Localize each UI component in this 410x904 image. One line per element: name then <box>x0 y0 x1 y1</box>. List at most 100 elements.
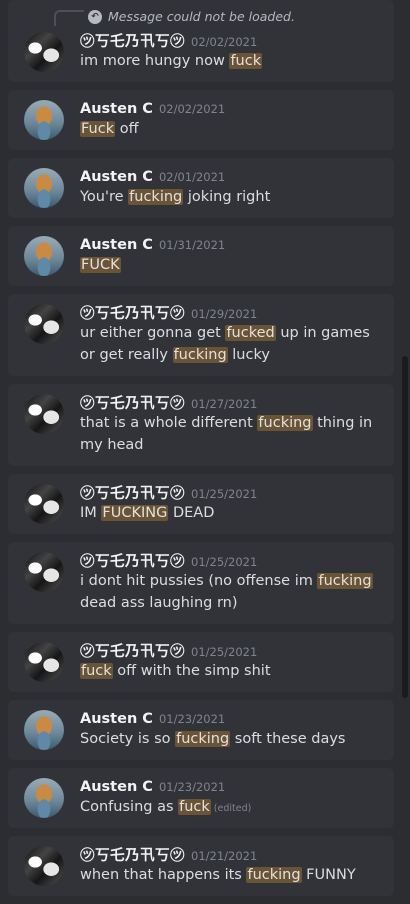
reply-arrow-icon: ↶ <box>88 10 102 24</box>
message-timestamp: 02/01/2021 <box>158 170 226 184</box>
search-highlight: fuck <box>80 663 113 679</box>
dog-avatar[interactable] <box>24 100 64 140</box>
message-header: Austen C 01/23/2021 <box>80 776 225 796</box>
message-timestamp: 01/25/2021 <box>191 555 258 569</box>
message-timestamp: 02/02/2021 <box>158 102 226 116</box>
message-text: You're <box>80 189 129 205</box>
dark-bw-avatar[interactable] <box>24 304 64 344</box>
message-text: FUNNY <box>301 867 356 883</box>
search-results-list: ↶ Message could not be loaded. ㋡丂乇乃卂丂㋡ 02/0… <box>0 0 410 904</box>
search-highlight: FUCKING <box>101 505 169 521</box>
search-highlight: fucking <box>172 347 228 363</box>
search-highlight: fuck <box>229 53 263 69</box>
search-result-message[interactable]: ↶ Message could not be loaded. ㋡丂乇乃卂丂㋡ 02/0… <box>8 0 394 82</box>
message-header: ㋡丂乇乃卂丂㋡ 01/29/2021 <box>80 302 257 322</box>
edited-label: (edited) <box>213 803 252 814</box>
message-timestamp: 02/02/2021 <box>191 35 258 49</box>
message-text: i dont hit pussies (no offense im <box>80 573 318 589</box>
message-timestamp: 01/27/2021 <box>191 397 258 411</box>
message-timestamp: 01/25/2021 <box>191 645 258 659</box>
message-timestamp: 01/25/2021 <box>191 487 258 501</box>
author-name[interactable]: ㋡丂乇乃卂丂㋡ <box>80 554 185 570</box>
author-name[interactable]: Austen C <box>80 169 153 185</box>
message-header: ㋡丂乇乃卂丂㋡ 02/02/2021 <box>80 30 257 50</box>
message-text: soft these days <box>230 731 346 747</box>
message-text: off with the simp shit <box>112 663 271 679</box>
message-timestamp: 01/21/2021 <box>191 849 258 863</box>
dark-bw-avatar[interactable] <box>24 394 64 434</box>
author-name[interactable]: ㋡丂乇乃卂丂㋡ <box>80 486 185 502</box>
author-name[interactable]: Austen C <box>80 711 153 727</box>
message-text: Confusing as <box>80 799 179 815</box>
search-highlight: Fuck <box>80 121 116 137</box>
dark-bw-avatar[interactable] <box>24 642 64 682</box>
dark-bw-avatar[interactable] <box>24 846 64 886</box>
message-header: ㋡丂乇乃卂丂㋡ 01/21/2021 <box>80 844 257 864</box>
search-highlight: fucked <box>225 325 276 341</box>
message-text: dead ass laughing rn) <box>80 595 238 611</box>
search-highlight: fucking <box>175 731 231 747</box>
dark-bw-avatar[interactable] <box>24 484 64 524</box>
dark-bw-avatar[interactable] <box>24 32 64 72</box>
message-content: FUCK <box>80 254 380 276</box>
search-result-message[interactable]: ㋡丂乇乃卂丂㋡ 01/25/2021 i dont hit pussies (no … <box>8 542 394 624</box>
author-name[interactable]: ㋡丂乇乃卂丂㋡ <box>80 644 185 660</box>
dark-bw-avatar[interactable] <box>24 552 64 592</box>
message-content: You're fucking joking right <box>80 186 380 208</box>
search-highlight: fucking <box>246 867 302 883</box>
dog-avatar[interactable] <box>24 778 64 818</box>
message-content: IM FUCKING DEAD <box>80 502 380 524</box>
message-timestamp: 01/31/2021 <box>158 238 226 252</box>
message-content: Fuck off <box>80 118 380 140</box>
reply-connector <box>54 10 84 26</box>
message-header: ㋡丂乇乃卂丂㋡ 01/25/2021 <box>80 482 257 502</box>
search-result-message[interactable]: Austen C 01/23/2021 Society is so fucking … <box>8 700 394 760</box>
message-text: DEAD <box>168 505 215 521</box>
message-content: im more hungy now fuck <box>80 50 380 72</box>
message-text: ur either gonna get <box>80 325 226 341</box>
message-content: Confusing as fuck (edited) <box>80 796 380 820</box>
author-name[interactable]: ㋡丂乇乃卂丂㋡ <box>80 306 185 322</box>
dog-avatar[interactable] <box>24 236 64 276</box>
search-result-message[interactable]: ㋡丂乇乃卂丂㋡ 01/25/2021 fuck off with the simp … <box>8 632 394 692</box>
message-header: ㋡丂乇乃卂丂㋡ 01/25/2021 <box>80 640 257 660</box>
reply-preview-text: Message could not be loaded. <box>108 9 295 24</box>
author-name[interactable]: ㋡丂乇乃卂丂㋡ <box>80 34 185 50</box>
search-result-message[interactable]: ㋡丂乇乃卂丂㋡ 01/25/2021 IM FUCKING DEAD <box>8 474 394 534</box>
message-timestamp: 01/29/2021 <box>191 307 258 321</box>
message-text: off <box>115 121 139 137</box>
author-name[interactable]: Austen C <box>80 237 153 253</box>
message-content: fuck off with the simp shit <box>80 660 380 682</box>
search-result-message[interactable]: ㋡丂乇乃卂丂㋡ 01/29/2021 ur either gonna get fuc… <box>8 294 394 376</box>
message-text: Society is so <box>80 731 176 747</box>
author-name[interactable]: Austen C <box>80 101 153 117</box>
search-result-message[interactable]: Austen C 01/31/2021 FUCK <box>8 226 394 286</box>
search-result-message[interactable]: Austen C 02/01/2021 You're fucking joking … <box>8 158 394 218</box>
message-text: im more hungy now <box>80 53 230 69</box>
author-name[interactable]: ㋡丂乇乃卂丂㋡ <box>80 848 185 864</box>
message-content: i dont hit pussies (no offense im fuckin… <box>80 570 380 614</box>
author-name[interactable]: Austen C <box>80 779 153 795</box>
dog-avatar[interactable] <box>24 710 64 750</box>
message-text: lucky <box>227 347 270 363</box>
search-result-message[interactable]: ㋡丂乇乃卂丂㋡ 01/27/2021 that is a whole differe… <box>8 384 394 466</box>
message-content: Society is so fucking soft these days <box>80 728 380 750</box>
message-text: joking right <box>183 189 271 205</box>
scrollbar-thumb[interactable] <box>402 356 408 698</box>
message-header: Austen C 01/23/2021 <box>80 708 225 728</box>
message-text: IM <box>80 505 102 521</box>
dog-avatar[interactable] <box>24 168 64 208</box>
author-name[interactable]: ㋡丂乇乃卂丂㋡ <box>80 396 185 412</box>
search-result-message[interactable]: Austen C 01/23/2021 Confusing as fuck (edit… <box>8 768 394 828</box>
message-header: Austen C 01/31/2021 <box>80 234 225 254</box>
message-header: ㋡丂乇乃卂丂㋡ 01/25/2021 <box>80 550 257 570</box>
search-highlight: fucking <box>317 573 373 589</box>
message-content: that is a whole different fucking thing … <box>80 412 380 456</box>
search-highlight: fucking <box>257 415 313 431</box>
message-header: ㋡丂乇乃卂丂㋡ 01/27/2021 <box>80 392 257 412</box>
search-result-message[interactable]: ㋡丂乇乃卂丂㋡ 01/21/2021 when that happens its f… <box>8 836 394 896</box>
search-result-message[interactable]: Austen C 02/02/2021 Fuck off <box>8 90 394 150</box>
search-highlight: fucking <box>128 189 184 205</box>
message-text: that is a whole different <box>80 415 258 431</box>
message-header: Austen C 02/02/2021 <box>80 98 225 118</box>
